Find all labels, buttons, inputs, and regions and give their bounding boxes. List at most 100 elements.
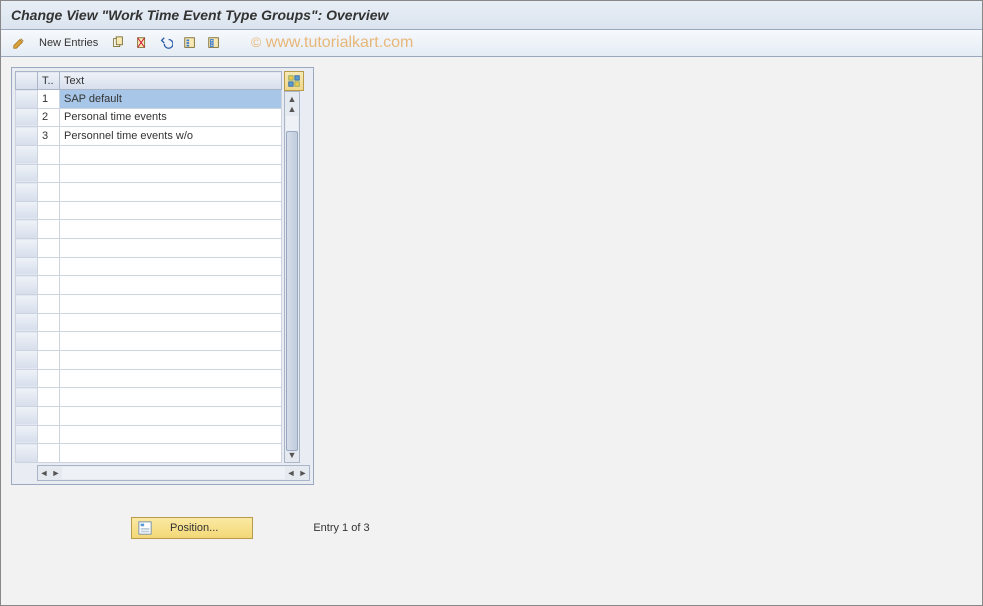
table-row-empty[interactable] bbox=[16, 239, 282, 258]
cell-t[interactable] bbox=[38, 164, 60, 183]
cell-text[interactable] bbox=[60, 276, 282, 295]
new-entries-button[interactable]: New Entries bbox=[33, 37, 104, 49]
delete-icon[interactable] bbox=[132, 34, 152, 52]
table-row-empty[interactable] bbox=[16, 388, 282, 407]
row-selector[interactable] bbox=[16, 164, 38, 183]
row-selector[interactable] bbox=[16, 425, 38, 444]
cell-text[interactable] bbox=[60, 350, 282, 369]
row-selector[interactable] bbox=[16, 444, 38, 463]
cell-text[interactable] bbox=[60, 425, 282, 444]
table-row-empty[interactable] bbox=[16, 201, 282, 220]
vscroll-thumb[interactable] bbox=[286, 131, 298, 451]
cell-t[interactable] bbox=[38, 276, 60, 295]
table-row-empty[interactable] bbox=[16, 444, 282, 463]
vscroll-track[interactable] bbox=[286, 116, 298, 438]
horizontal-scrollbar[interactable]: ◄ ► ◄ ► bbox=[37, 465, 310, 481]
cell-text[interactable] bbox=[60, 164, 282, 183]
table-row-empty[interactable] bbox=[16, 369, 282, 388]
table-row-empty[interactable] bbox=[16, 220, 282, 239]
cell-text[interactable] bbox=[60, 332, 282, 351]
cell-t[interactable]: 2 bbox=[38, 108, 60, 127]
cell-t[interactable] bbox=[38, 295, 60, 314]
cell-t[interactable] bbox=[38, 313, 60, 332]
table-row-empty[interactable] bbox=[16, 313, 282, 332]
cell-text[interactable] bbox=[60, 369, 282, 388]
table-row[interactable]: 3Personnel time events w/o bbox=[16, 127, 282, 146]
row-selector[interactable] bbox=[16, 108, 38, 127]
table-row-empty[interactable] bbox=[16, 295, 282, 314]
cell-text[interactable] bbox=[60, 220, 282, 239]
table-row-empty[interactable] bbox=[16, 332, 282, 351]
row-selector[interactable] bbox=[16, 388, 38, 407]
table-row-empty[interactable] bbox=[16, 406, 282, 425]
row-selector[interactable] bbox=[16, 332, 38, 351]
row-selector[interactable] bbox=[16, 183, 38, 202]
corner-cell[interactable] bbox=[16, 72, 38, 90]
row-selector[interactable] bbox=[16, 220, 38, 239]
cell-t[interactable] bbox=[38, 220, 60, 239]
row-selector[interactable] bbox=[16, 201, 38, 220]
cell-t[interactable] bbox=[38, 406, 60, 425]
cell-t[interactable] bbox=[38, 183, 60, 202]
table-row-empty[interactable] bbox=[16, 276, 282, 295]
cell-text[interactable] bbox=[60, 183, 282, 202]
cell-text[interactable]: SAP default bbox=[60, 90, 282, 109]
table-row-empty[interactable] bbox=[16, 350, 282, 369]
row-selector[interactable] bbox=[16, 406, 38, 425]
row-selector[interactable] bbox=[16, 369, 38, 388]
column-header-t[interactable]: T.. bbox=[38, 72, 60, 90]
scroll-left2-icon[interactable]: ► bbox=[50, 468, 62, 478]
cell-t[interactable] bbox=[38, 145, 60, 164]
scroll-up-icon[interactable]: ▲ bbox=[288, 94, 297, 104]
select-all-icon[interactable] bbox=[180, 34, 200, 52]
row-selector[interactable] bbox=[16, 350, 38, 369]
row-selector[interactable] bbox=[16, 313, 38, 332]
cell-t[interactable] bbox=[38, 257, 60, 276]
cell-t[interactable] bbox=[38, 369, 60, 388]
row-selector[interactable] bbox=[16, 127, 38, 146]
cell-text[interactable] bbox=[60, 257, 282, 276]
cell-t[interactable] bbox=[38, 350, 60, 369]
table-row[interactable]: 2Personal time events bbox=[16, 108, 282, 127]
table-row[interactable]: 1SAP default bbox=[16, 90, 282, 109]
table-row-empty[interactable] bbox=[16, 425, 282, 444]
table-row-empty[interactable] bbox=[16, 145, 282, 164]
cell-t[interactable] bbox=[38, 425, 60, 444]
undo-icon[interactable] bbox=[156, 34, 176, 52]
table-row-empty[interactable] bbox=[16, 183, 282, 202]
cell-text[interactable] bbox=[60, 239, 282, 258]
cell-text[interactable] bbox=[60, 406, 282, 425]
cell-text[interactable]: Personal time events bbox=[60, 108, 282, 127]
row-selector[interactable] bbox=[16, 257, 38, 276]
cell-t[interactable] bbox=[38, 444, 60, 463]
row-selector[interactable] bbox=[16, 295, 38, 314]
column-header-text[interactable]: Text bbox=[60, 72, 282, 90]
cell-text[interactable] bbox=[60, 444, 282, 463]
cell-t[interactable] bbox=[38, 332, 60, 351]
table-row-empty[interactable] bbox=[16, 257, 282, 276]
copy-icon[interactable] bbox=[108, 34, 128, 52]
scroll-right-icon[interactable]: ► bbox=[297, 468, 309, 478]
cell-t[interactable] bbox=[38, 201, 60, 220]
cell-text[interactable] bbox=[60, 388, 282, 407]
row-selector[interactable] bbox=[16, 145, 38, 164]
deselect-all-icon[interactable] bbox=[204, 34, 224, 52]
row-selector[interactable] bbox=[16, 239, 38, 258]
position-button[interactable]: Position... bbox=[131, 517, 253, 539]
scroll-right2-icon[interactable]: ◄ bbox=[285, 468, 297, 478]
vertical-scrollbar[interactable]: ▲ ▲ ▼ ▼ bbox=[284, 91, 300, 463]
cell-t[interactable] bbox=[38, 388, 60, 407]
row-selector[interactable] bbox=[16, 90, 38, 109]
cell-t[interactable] bbox=[38, 239, 60, 258]
cell-t[interactable]: 3 bbox=[38, 127, 60, 146]
cell-text[interactable] bbox=[60, 313, 282, 332]
cell-text[interactable] bbox=[60, 295, 282, 314]
table-row-empty[interactable] bbox=[16, 164, 282, 183]
cell-text[interactable]: Personnel time events w/o bbox=[60, 127, 282, 146]
cell-t[interactable]: 1 bbox=[38, 90, 60, 109]
scroll-down-icon[interactable]: ▼ bbox=[288, 450, 297, 460]
row-selector[interactable] bbox=[16, 276, 38, 295]
pencil-icon[interactable] bbox=[9, 34, 29, 52]
hscroll-track[interactable] bbox=[62, 467, 285, 479]
cell-text[interactable] bbox=[60, 145, 282, 164]
